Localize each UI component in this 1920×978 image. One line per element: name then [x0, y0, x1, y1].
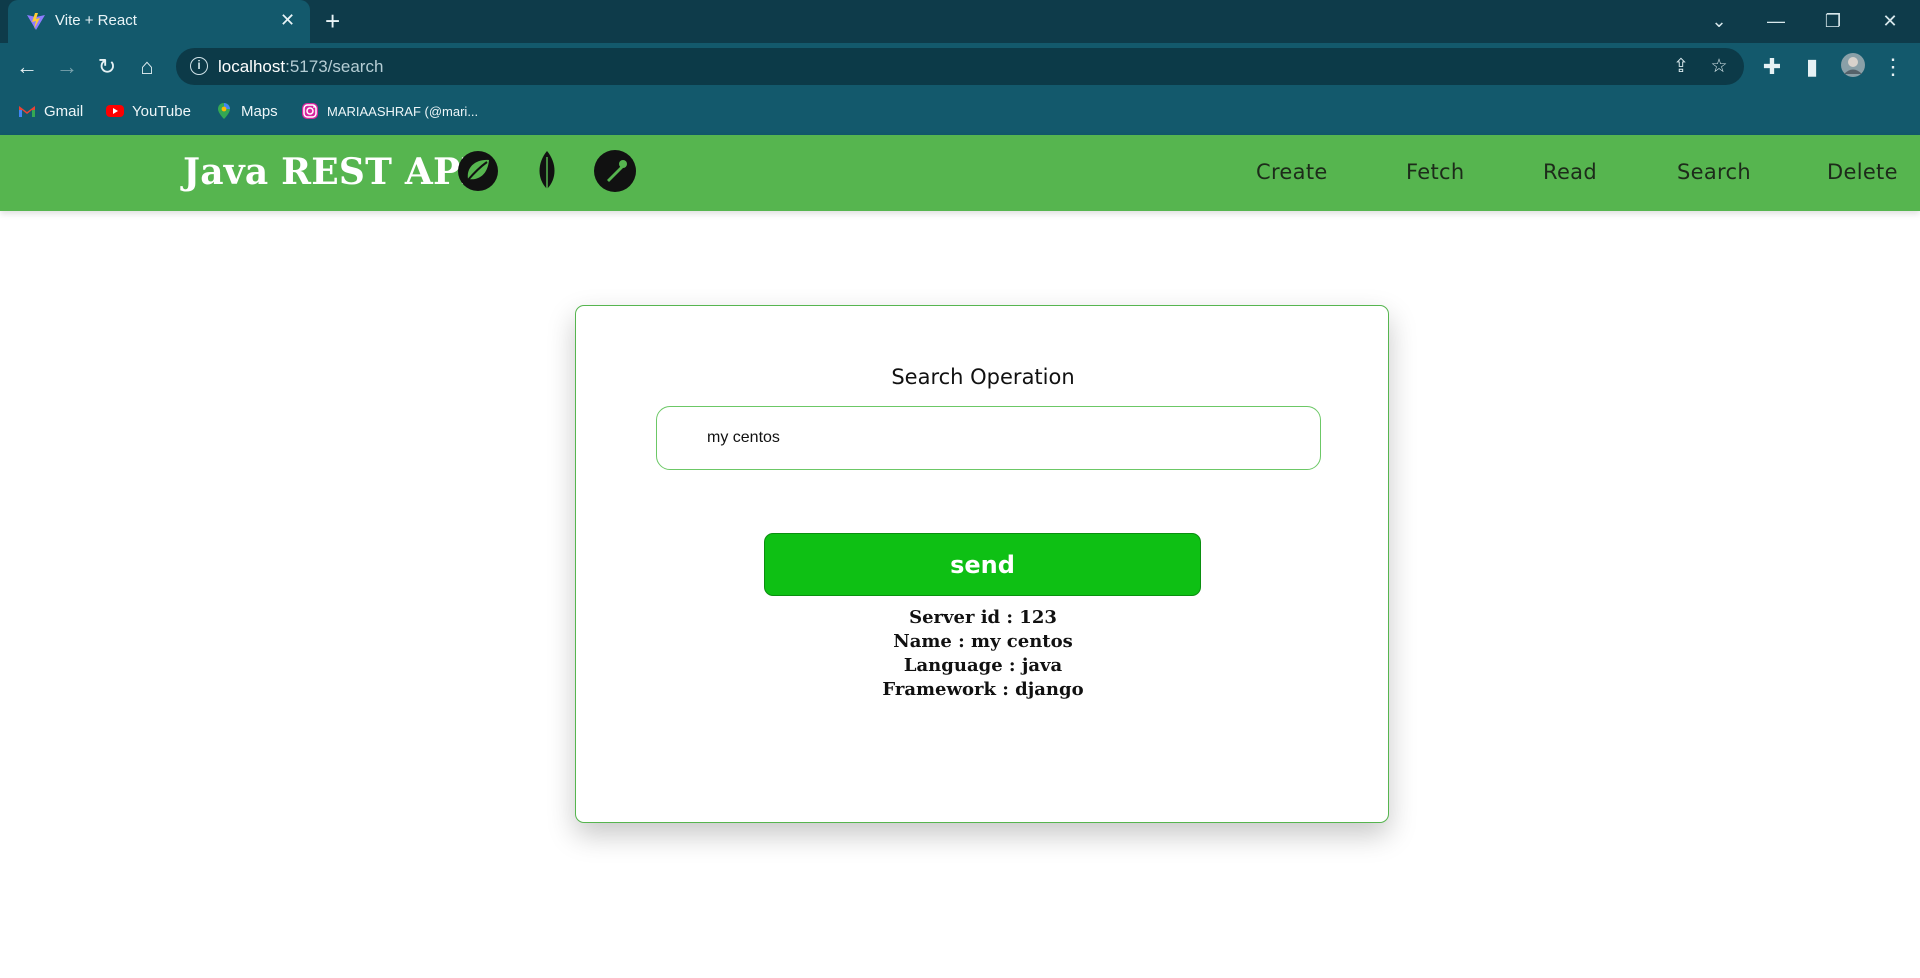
result-server-id: Server id : 123	[909, 607, 1057, 628]
restore-icon[interactable]: ❐	[1813, 6, 1853, 36]
instagram-icon	[302, 103, 318, 119]
close-window-icon[interactable]: ✕	[1870, 6, 1910, 36]
extensions-icon[interactable]: ✚	[1757, 52, 1787, 82]
site-info-icon[interactable]: i	[190, 57, 208, 75]
url-text[interactable]: localhost:5173/search	[218, 57, 383, 77]
spring-icon	[458, 151, 498, 191]
nav-fetch[interactable]: Fetch	[1406, 160, 1464, 184]
menu-kebab-icon[interactable]: ⋮	[1878, 52, 1908, 82]
minimize-icon[interactable]: —	[1756, 6, 1796, 36]
bookmark-instagram[interactable]: MARIAASHRAF (@mari...	[301, 102, 478, 120]
result-name: Name : my centos	[893, 631, 1073, 652]
brand-title[interactable]: Java REST API	[183, 151, 477, 193]
nav-delete[interactable]: Delete	[1827, 160, 1898, 184]
search-result: Server id : 123 Name : my centos Languag…	[576, 606, 1390, 702]
nav-search[interactable]: Search	[1677, 160, 1751, 184]
bookmark-label: Maps	[241, 102, 278, 120]
url-path: :5173/search	[285, 57, 384, 76]
mongodb-leaf-icon	[539, 151, 555, 192]
gmail-icon	[19, 106, 35, 117]
avatar-icon	[1841, 53, 1865, 77]
card-title: Search Operation	[891, 365, 1075, 389]
browser-tabstrip: Vite + React ✕ + ⌄ — ❐ ✕	[0, 0, 1920, 43]
bookmark-label: Gmail	[44, 102, 84, 120]
profile-avatar[interactable]	[1838, 52, 1868, 82]
reload-icon[interactable]: ↻	[92, 52, 122, 82]
result-framework: Framework : django	[882, 679, 1084, 700]
vite-favicon-icon	[27, 13, 45, 30]
search-input[interactable]	[656, 406, 1321, 470]
side-panel-icon[interactable]: ▮	[1797, 52, 1827, 82]
address-bar[interactable]: i localhost:5173/search ⇪ ☆	[176, 48, 1744, 85]
browser-tab[interactable]: Vite + React ✕	[8, 0, 310, 43]
bookmarks-bar: Gmail YouTube Maps MARIAASHRAF (@mari...	[0, 90, 1920, 135]
search-card: Search Operation send Server id : 123 Na…	[575, 305, 1389, 823]
bookmark-label: YouTube	[132, 102, 191, 120]
tab-title: Vite + React	[55, 12, 137, 29]
bookmark-star-icon[interactable]: ☆	[1706, 54, 1732, 80]
youtube-icon	[106, 105, 124, 117]
bookmark-maps[interactable]: Maps	[215, 102, 278, 120]
forward-icon[interactable]: →	[52, 52, 82, 82]
tab-search-chevron-icon[interactable]: ⌄	[1699, 6, 1739, 36]
back-icon[interactable]: ←	[12, 52, 42, 82]
home-icon[interactable]: ⌂	[132, 52, 162, 82]
result-language: Language : java	[903, 655, 1063, 676]
url-host: localhost	[218, 57, 286, 76]
share-icon[interactable]: ⇪	[1668, 54, 1694, 80]
new-tab-icon[interactable]: +	[325, 6, 340, 36]
nav-create[interactable]: Create	[1256, 160, 1328, 184]
postman-icon	[594, 150, 636, 192]
nav-read[interactable]: Read	[1543, 160, 1597, 184]
browser-toolbar: ← → ↻ ⌂ i localhost:5173/search ⇪ ☆ ✚ ▮ …	[0, 43, 1920, 90]
maps-icon	[218, 103, 230, 119]
tab-close-icon[interactable]: ✕	[280, 10, 295, 30]
bookmark-youtube[interactable]: YouTube	[106, 102, 191, 120]
bookmark-gmail[interactable]: Gmail	[18, 102, 83, 120]
send-button[interactable]: send	[764, 533, 1201, 596]
bookmark-label: MARIAASHRAF (@mari...	[327, 103, 479, 119]
app-navbar: Java REST API Create Fetch Read Search D…	[0, 135, 1920, 211]
